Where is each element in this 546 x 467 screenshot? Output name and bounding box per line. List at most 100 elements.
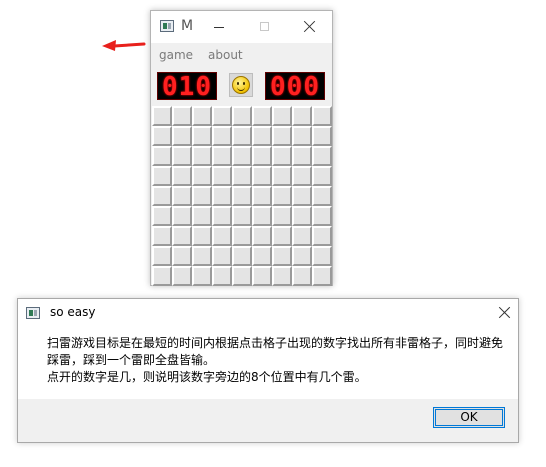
- grid-cell[interactable]: [172, 146, 192, 166]
- grid-cell[interactable]: [312, 206, 332, 226]
- message-line-1: 扫雷游戏目标是在最短的时间内根据点击格子出现的数字找出所有非雷格子，同时避免: [47, 336, 504, 350]
- ok-button[interactable]: OK: [433, 407, 505, 428]
- grid-cell[interactable]: [252, 246, 272, 266]
- app-icon: [160, 20, 174, 32]
- grid-cell[interactable]: [312, 266, 332, 286]
- menu-game[interactable]: game: [159, 48, 193, 62]
- grid-cell[interactable]: [152, 126, 172, 146]
- grid-cell[interactable]: [192, 226, 212, 246]
- grid-cell[interactable]: [192, 266, 212, 286]
- grid-cell[interactable]: [212, 106, 232, 126]
- grid-cell[interactable]: [172, 106, 192, 126]
- grid-cell[interactable]: [172, 126, 192, 146]
- grid-cell[interactable]: [272, 106, 292, 126]
- grid-cell[interactable]: [292, 146, 312, 166]
- grid-cell[interactable]: [292, 126, 312, 146]
- mine-counter: 010: [157, 72, 217, 101]
- grid-cell[interactable]: [212, 266, 232, 286]
- grid-cell[interactable]: [232, 206, 252, 226]
- grid-cell[interactable]: [172, 186, 192, 206]
- grid-cell[interactable]: [272, 206, 292, 226]
- grid-cell[interactable]: [312, 106, 332, 126]
- menu-bar: game about: [151, 43, 332, 67]
- new-game-button[interactable]: [229, 73, 253, 97]
- grid-cell[interactable]: [192, 246, 212, 266]
- grid-cell[interactable]: [192, 206, 212, 226]
- grid-cell[interactable]: [192, 166, 212, 186]
- grid-cell[interactable]: [152, 246, 172, 266]
- grid-cell[interactable]: [272, 166, 292, 186]
- grid-cell[interactable]: [232, 266, 252, 286]
- grid-cell[interactable]: [292, 266, 312, 286]
- close-icon: [303, 20, 316, 33]
- grid-cell[interactable]: [152, 186, 172, 206]
- dialog-message: 扫雷游戏目标是在最短的时间内根据点击格子出现的数字找出所有非雷格子，同时避免 踩…: [47, 335, 517, 386]
- grid-cell[interactable]: [252, 186, 272, 206]
- minesweeper-window: M game about 010 000: [150, 10, 333, 286]
- grid-cell[interactable]: [272, 226, 292, 246]
- status-panel: 010 000: [151, 68, 332, 105]
- grid-cell[interactable]: [152, 206, 172, 226]
- grid-cell[interactable]: [212, 146, 232, 166]
- grid-cell[interactable]: [292, 106, 312, 126]
- grid-cell[interactable]: [212, 226, 232, 246]
- grid-cell[interactable]: [172, 266, 192, 286]
- grid-cell[interactable]: [152, 146, 172, 166]
- grid-cell[interactable]: [312, 186, 332, 206]
- grid-cell[interactable]: [192, 186, 212, 206]
- grid-cell[interactable]: [252, 226, 272, 246]
- grid-cell[interactable]: [152, 266, 172, 286]
- grid-cell[interactable]: [292, 246, 312, 266]
- grid-cell[interactable]: [252, 146, 272, 166]
- minimize-button[interactable]: [203, 11, 235, 43]
- grid-cell[interactable]: [152, 106, 172, 126]
- grid-cell[interactable]: [252, 166, 272, 186]
- dialog-title: so easy: [50, 305, 96, 319]
- grid-cell[interactable]: [172, 166, 192, 186]
- grid-cell[interactable]: [272, 246, 292, 266]
- grid-cell[interactable]: [232, 146, 252, 166]
- grid-cell[interactable]: [272, 186, 292, 206]
- grid-cell[interactable]: [152, 166, 172, 186]
- grid-cell[interactable]: [252, 126, 272, 146]
- grid-cell[interactable]: [212, 126, 232, 146]
- grid-cell[interactable]: [212, 186, 232, 206]
- grid-cell[interactable]: [192, 146, 212, 166]
- grid-cell[interactable]: [312, 246, 332, 266]
- grid-cell[interactable]: [152, 226, 172, 246]
- dialog-close-button[interactable]: [488, 299, 520, 327]
- grid-cell[interactable]: [292, 166, 312, 186]
- grid-cell[interactable]: [312, 126, 332, 146]
- grid-cell[interactable]: [212, 206, 232, 226]
- grid-cell[interactable]: [172, 206, 192, 226]
- grid-cell[interactable]: [252, 106, 272, 126]
- grid-cell[interactable]: [212, 246, 232, 266]
- window-title: M: [181, 18, 194, 34]
- grid-cell[interactable]: [232, 186, 252, 206]
- grid-cell[interactable]: [292, 206, 312, 226]
- grid-cell[interactable]: [312, 226, 332, 246]
- grid-cell[interactable]: [232, 126, 252, 146]
- grid-cell[interactable]: [172, 226, 192, 246]
- grid-cell[interactable]: [252, 206, 272, 226]
- grid-cell[interactable]: [252, 266, 272, 286]
- menu-about[interactable]: about: [208, 48, 243, 62]
- dialog-app-icon: [26, 307, 40, 319]
- grid-cell[interactable]: [312, 166, 332, 186]
- grid-cell[interactable]: [232, 106, 252, 126]
- grid-cell[interactable]: [212, 166, 232, 186]
- grid-cell[interactable]: [172, 246, 192, 266]
- grid-cell[interactable]: [312, 146, 332, 166]
- maximize-button: [249, 11, 281, 43]
- grid-cell[interactable]: [272, 146, 292, 166]
- grid-cell[interactable]: [192, 126, 212, 146]
- grid-cell[interactable]: [232, 226, 252, 246]
- grid-cell[interactable]: [192, 106, 212, 126]
- close-button[interactable]: [293, 11, 325, 43]
- grid-cell[interactable]: [272, 266, 292, 286]
- grid-cell[interactable]: [232, 246, 252, 266]
- grid-cell[interactable]: [292, 226, 312, 246]
- grid-cell[interactable]: [232, 166, 252, 186]
- grid-cell[interactable]: [272, 126, 292, 146]
- grid-cell[interactable]: [292, 186, 312, 206]
